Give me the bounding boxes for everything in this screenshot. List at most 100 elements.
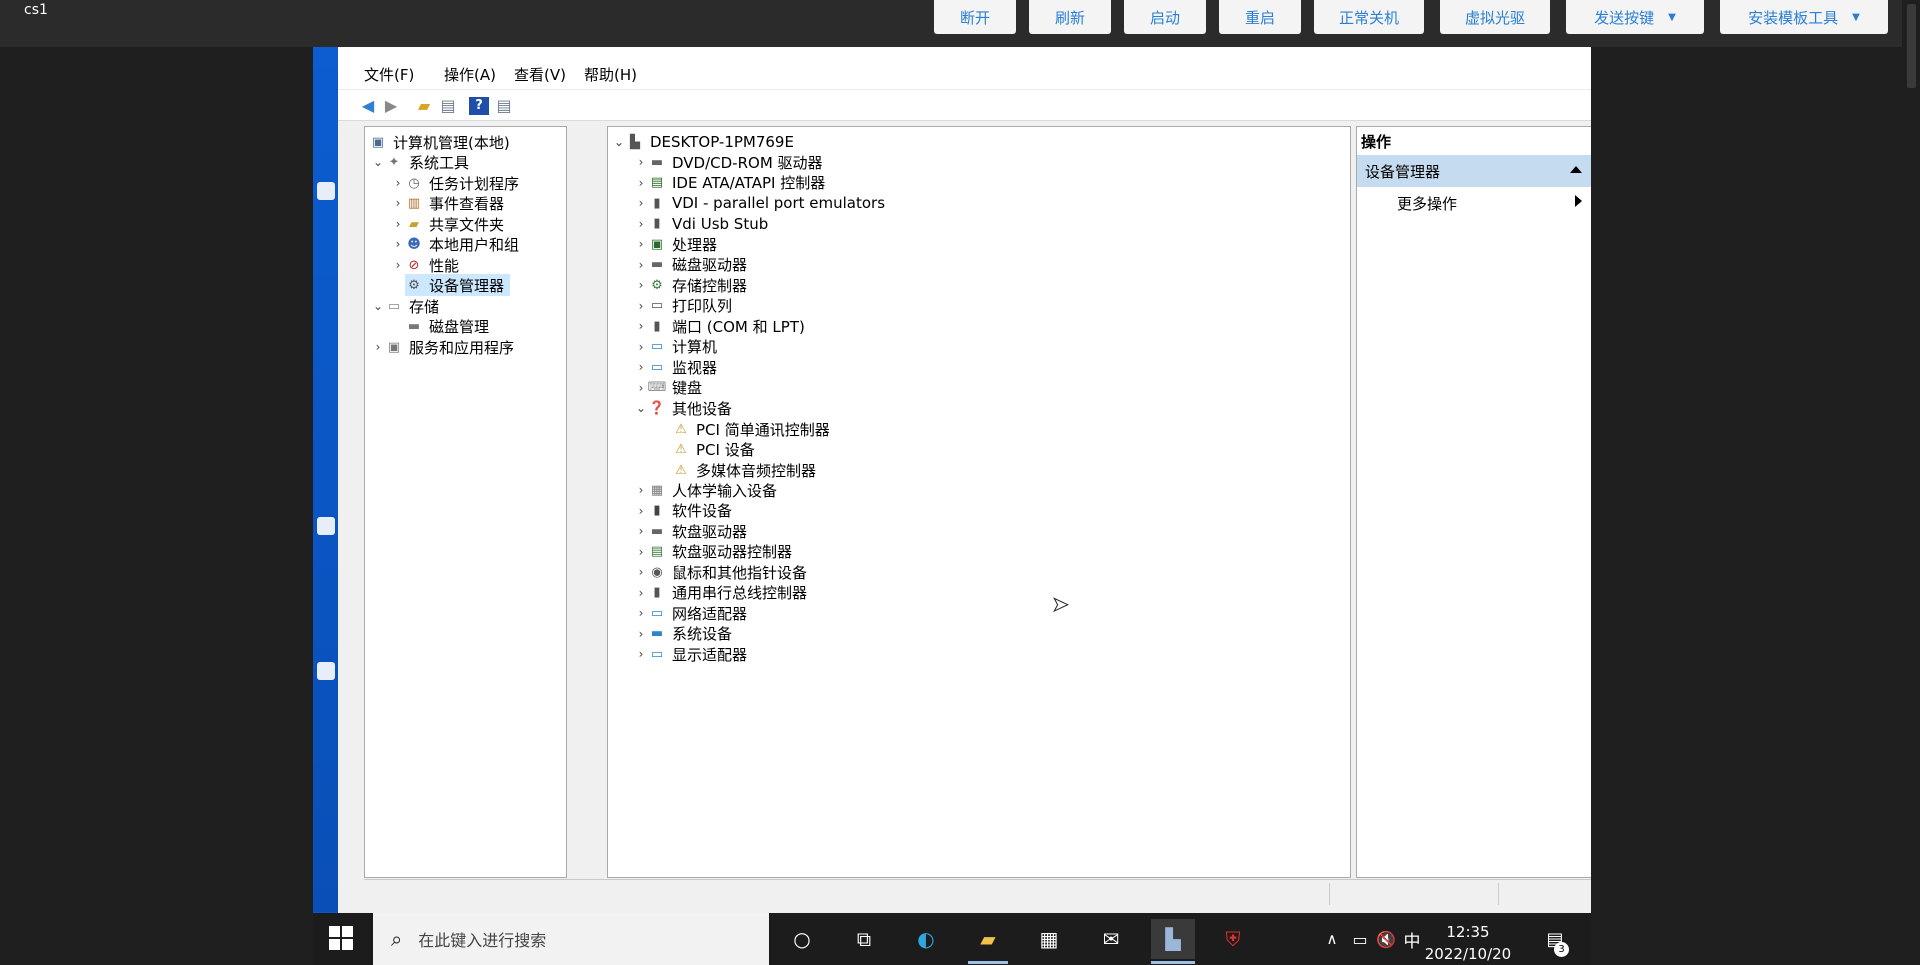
properties-icon[interactable]: ▤ <box>494 97 514 115</box>
chevron-right-icon[interactable]: › <box>634 176 648 190</box>
viewer-scrollbar-thumb[interactable] <box>1907 4 1916 88</box>
tree-item-performance[interactable]: › ⊘ 性能 <box>391 254 459 276</box>
device-category[interactable]: › ▬ 磁盘驱动器 <box>634 254 747 276</box>
disconnect-button[interactable]: 断开 <box>934 0 1016 34</box>
chevron-right-icon[interactable]: › <box>391 258 405 272</box>
device-category[interactable]: › ▮ 通用串行总线控制器 <box>634 582 807 604</box>
security-shield-icon[interactable]: ⛨ <box>1218 925 1248 953</box>
back-arrow-icon[interactable]: ◀ <box>358 97 378 115</box>
chevron-right-icon[interactable]: › <box>634 565 648 579</box>
tree-item-event-viewer[interactable]: › ▥ 事件查看器 <box>391 192 504 214</box>
device-category[interactable]: › ▦ 人体学输入设备 <box>634 479 777 501</box>
menu-view[interactable]: 查看(V) <box>514 64 566 85</box>
chevron-right-icon[interactable]: › <box>634 237 648 251</box>
device-category[interactable]: › ▮ 软件设备 <box>634 500 732 522</box>
chevron-right-icon[interactable]: › <box>634 524 648 538</box>
chevron-right-icon[interactable]: › <box>634 360 648 374</box>
task-view-icon[interactable]: ⧉ <box>849 925 879 953</box>
chevron-down-icon[interactable]: ⌄ <box>634 401 648 415</box>
send-keys-button[interactable]: 发送按键 ▼ <box>1566 0 1704 34</box>
device-category[interactable]: › ▭ 监视器 <box>634 356 717 378</box>
tree-item-disk-management[interactable]: ▬ 磁盘管理 <box>405 315 489 337</box>
chevron-right-icon[interactable]: › <box>634 299 648 313</box>
mail-icon[interactable]: ✉ <box>1096 925 1126 953</box>
device-category[interactable]: › ▭ 打印队列 <box>634 295 732 317</box>
tree-item-device-manager[interactable]: ⚙ 设备管理器 <box>405 274 511 296</box>
device-category[interactable]: › ▮ Vdi Usb Stub <box>634 213 769 235</box>
device-pci-simple-comm[interactable]: ⚠ PCI 简单通讯控制器 <box>672 418 830 440</box>
computer-management-task-icon[interactable]: ▙ <box>1151 919 1195 959</box>
remote-desktop[interactable]: 文件(F) 操作(A) 查看(V) 帮助(H) ◀ ▶ ▰ ▤ ? ▤ ▣ 计算机… <box>313 47 1591 965</box>
device-category[interactable]: › ◉ 鼠标和其他指针设备 <box>634 561 807 583</box>
menu-file[interactable]: 文件(F) <box>364 64 414 85</box>
chevron-right-icon[interactable]: › <box>634 381 648 395</box>
desktop-icon[interactable] <box>317 182 335 200</box>
chevron-right-icon[interactable]: › <box>634 504 648 518</box>
device-category[interactable]: › ▤ 软盘驱动器控制器 <box>634 541 792 563</box>
chevron-right-icon[interactable]: › <box>634 319 648 333</box>
edge-icon[interactable]: ◐ <box>911 925 941 953</box>
chevron-right-icon[interactable]: › <box>634 217 648 231</box>
viewer-scrollbar[interactable] <box>1906 0 1920 965</box>
chevron-right-icon[interactable]: › <box>634 278 648 292</box>
chevron-right-icon[interactable]: › <box>391 176 405 190</box>
install-template-tools-button[interactable]: 安装模板工具 ▼ <box>1720 0 1888 34</box>
chevron-right-icon[interactable]: › <box>391 217 405 231</box>
chevron-right-icon[interactable]: › <box>634 606 648 620</box>
restart-button[interactable]: 重启 <box>1219 0 1301 34</box>
chevron-right-icon[interactable]: › <box>391 237 405 251</box>
chevron-right-icon[interactable]: › <box>634 627 648 641</box>
tree-item-task-scheduler[interactable]: › ◷ 任务计划程序 <box>391 172 519 194</box>
chevron-down-icon[interactable]: ⌄ <box>371 155 385 169</box>
device-category[interactable]: › ▣ 处理器 <box>634 233 717 255</box>
tree-item-local-users[interactable]: › ☻ 本地用户和组 <box>391 233 519 255</box>
more-actions[interactable]: 更多操作 <box>1397 193 1457 214</box>
device-category-other-devices[interactable]: ⌄ ❓ 其他设备 <box>634 397 732 419</box>
chevron-down-icon[interactable]: ⌄ <box>371 299 385 313</box>
tree-item-system-tools[interactable]: ⌄ ✦ 系统工具 <box>371 151 469 173</box>
clock[interactable]: 12:35 2022/10/20 <box>1423 921 1513 965</box>
chevron-right-icon[interactable]: › <box>634 340 648 354</box>
chevron-right-icon[interactable]: › <box>371 340 385 354</box>
device-category[interactable]: › ▭ 计算机 <box>634 336 717 358</box>
actions-group-device-manager[interactable]: 设备管理器 <box>1357 155 1591 187</box>
file-explorer-icon[interactable]: ▰ <box>973 925 1003 953</box>
device-root[interactable]: ⌄ ▙ DESKTOP-1PM769E <box>612 131 794 153</box>
device-category[interactable]: › ▬ 系统设备 <box>634 623 732 645</box>
device-category[interactable]: › ▭ 网络适配器 <box>634 602 747 624</box>
tree-item-storage[interactable]: ⌄ ▭ 存储 <box>371 295 439 317</box>
tree-item-services-apps[interactable]: › ▣ 服务和应用程序 <box>371 336 514 358</box>
device-category[interactable]: › ▮ 端口 (COM 和 LPT) <box>634 315 805 337</box>
up-folder-icon[interactable]: ▰ <box>414 97 434 115</box>
start-button[interactable]: 启动 <box>1124 0 1206 34</box>
device-category[interactable]: › ▬ 软盘驱动器 <box>634 520 747 542</box>
collapse-up-icon[interactable] <box>1570 166 1582 173</box>
device-category[interactable]: › ▬ DVD/CD-ROM 驱动器 <box>634 151 823 173</box>
desktop-icon[interactable] <box>317 517 335 535</box>
taskbar-search[interactable]: ⌕ 在此键入进行搜索 <box>373 913 769 965</box>
chevron-right-icon[interactable]: › <box>634 155 648 169</box>
chevron-right-icon[interactable]: › <box>634 196 648 210</box>
chevron-right-icon[interactable]: › <box>634 483 648 497</box>
chevron-down-icon[interactable]: ⌄ <box>612 135 626 149</box>
menu-action[interactable]: 操作(A) <box>444 64 496 85</box>
tree-item-shared-folders[interactable]: › ▰ 共享文件夹 <box>391 213 504 235</box>
store-icon[interactable]: ▦ <box>1034 925 1064 953</box>
windows-start-icon[interactable] <box>329 926 353 950</box>
chevron-right-icon[interactable]: › <box>634 545 648 559</box>
device-multimedia-audio[interactable]: ⚠ 多媒体音频控制器 <box>672 459 816 481</box>
chevron-right-icon[interactable]: › <box>634 586 648 600</box>
shutdown-button[interactable]: 正常关机 <box>1314 0 1424 34</box>
forward-arrow-icon[interactable]: ▶ <box>381 97 401 115</box>
desktop-icon[interactable] <box>317 662 335 680</box>
cortana-icon[interactable]: ○ <box>787 925 817 953</box>
chevron-right-icon[interactable]: › <box>391 196 405 210</box>
device-pci-device[interactable]: ⚠ PCI 设备 <box>672 438 755 460</box>
device-category[interactable]: › ⚙ 存储控制器 <box>634 274 747 296</box>
help-icon[interactable]: ? <box>469 97 489 115</box>
tree-item-computer-management[interactable]: ▣ 计算机管理(本地) <box>369 131 510 153</box>
device-category[interactable]: › ▮ VDI - parallel port emulators <box>634 192 885 214</box>
refresh-button[interactable]: 刷新 <box>1029 0 1111 34</box>
device-category[interactable]: › ⌨ 键盘 <box>634 377 702 399</box>
device-category[interactable]: › ▭ 显示适配器 <box>634 643 747 665</box>
